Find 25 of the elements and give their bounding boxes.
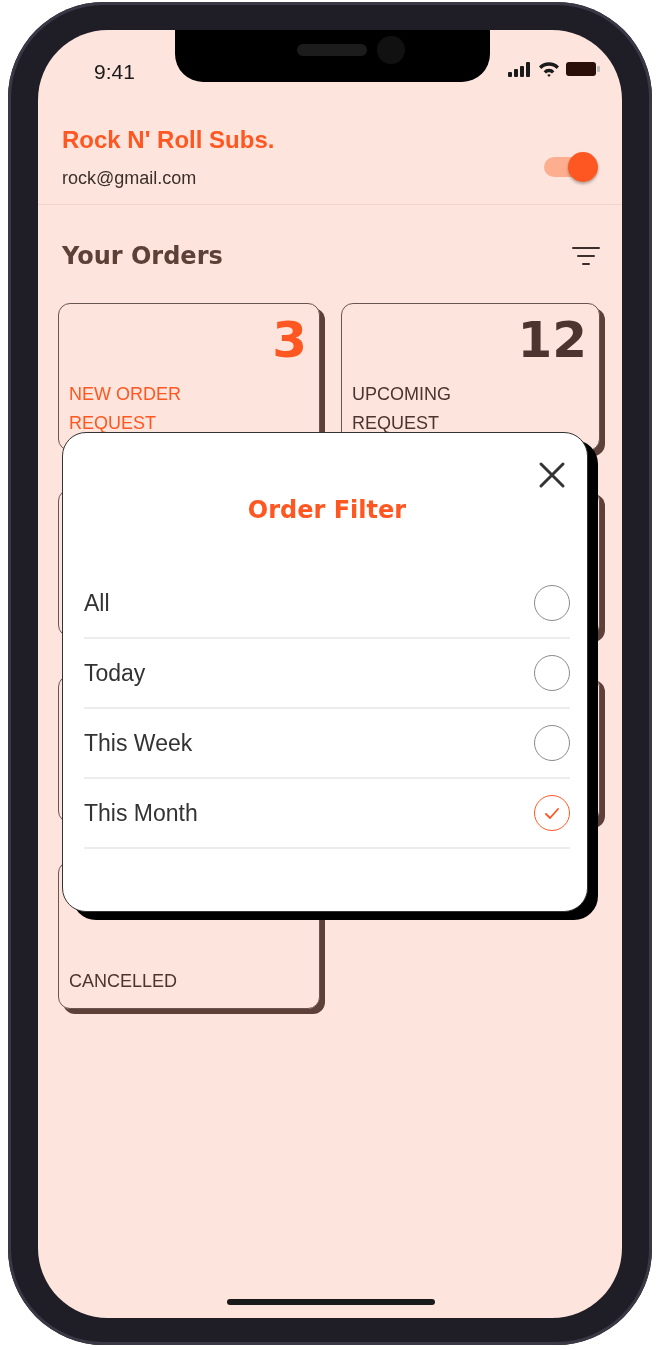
option-label: All [84, 589, 110, 617]
wifi-icon [538, 61, 560, 77]
speaker-icon [297, 44, 367, 56]
battery-icon [566, 62, 600, 76]
check-icon [545, 807, 559, 819]
filter-icon[interactable] [572, 246, 600, 266]
signal-icon [508, 61, 532, 77]
dialog-title: Order Filter [247, 495, 407, 526]
filter-option[interactable]: Today [84, 639, 570, 709]
order-label: UPCOMING REQUEST [352, 383, 452, 435]
option-label: This Month [84, 799, 198, 827]
status-toggle[interactable] [544, 152, 598, 182]
option-label: This Week [84, 729, 193, 757]
order-label: NEW ORDER REQUEST [69, 383, 182, 435]
status-time: 9:41 [94, 59, 135, 85]
order-label: CANCELLED [69, 970, 179, 993]
filter-option[interactable]: All [84, 569, 570, 639]
order-count: 3 [272, 312, 307, 368]
store-email: rock@gmail.com [62, 167, 198, 190]
order-count: 12 [517, 312, 587, 368]
store-name: Rock N' Roll Subs. [62, 125, 275, 155]
section-title: Your Orders [62, 241, 223, 272]
filter-option[interactable]: This Month [84, 779, 570, 849]
filter-option[interactable]: This Week [84, 709, 570, 779]
option-label: Today [84, 659, 146, 687]
